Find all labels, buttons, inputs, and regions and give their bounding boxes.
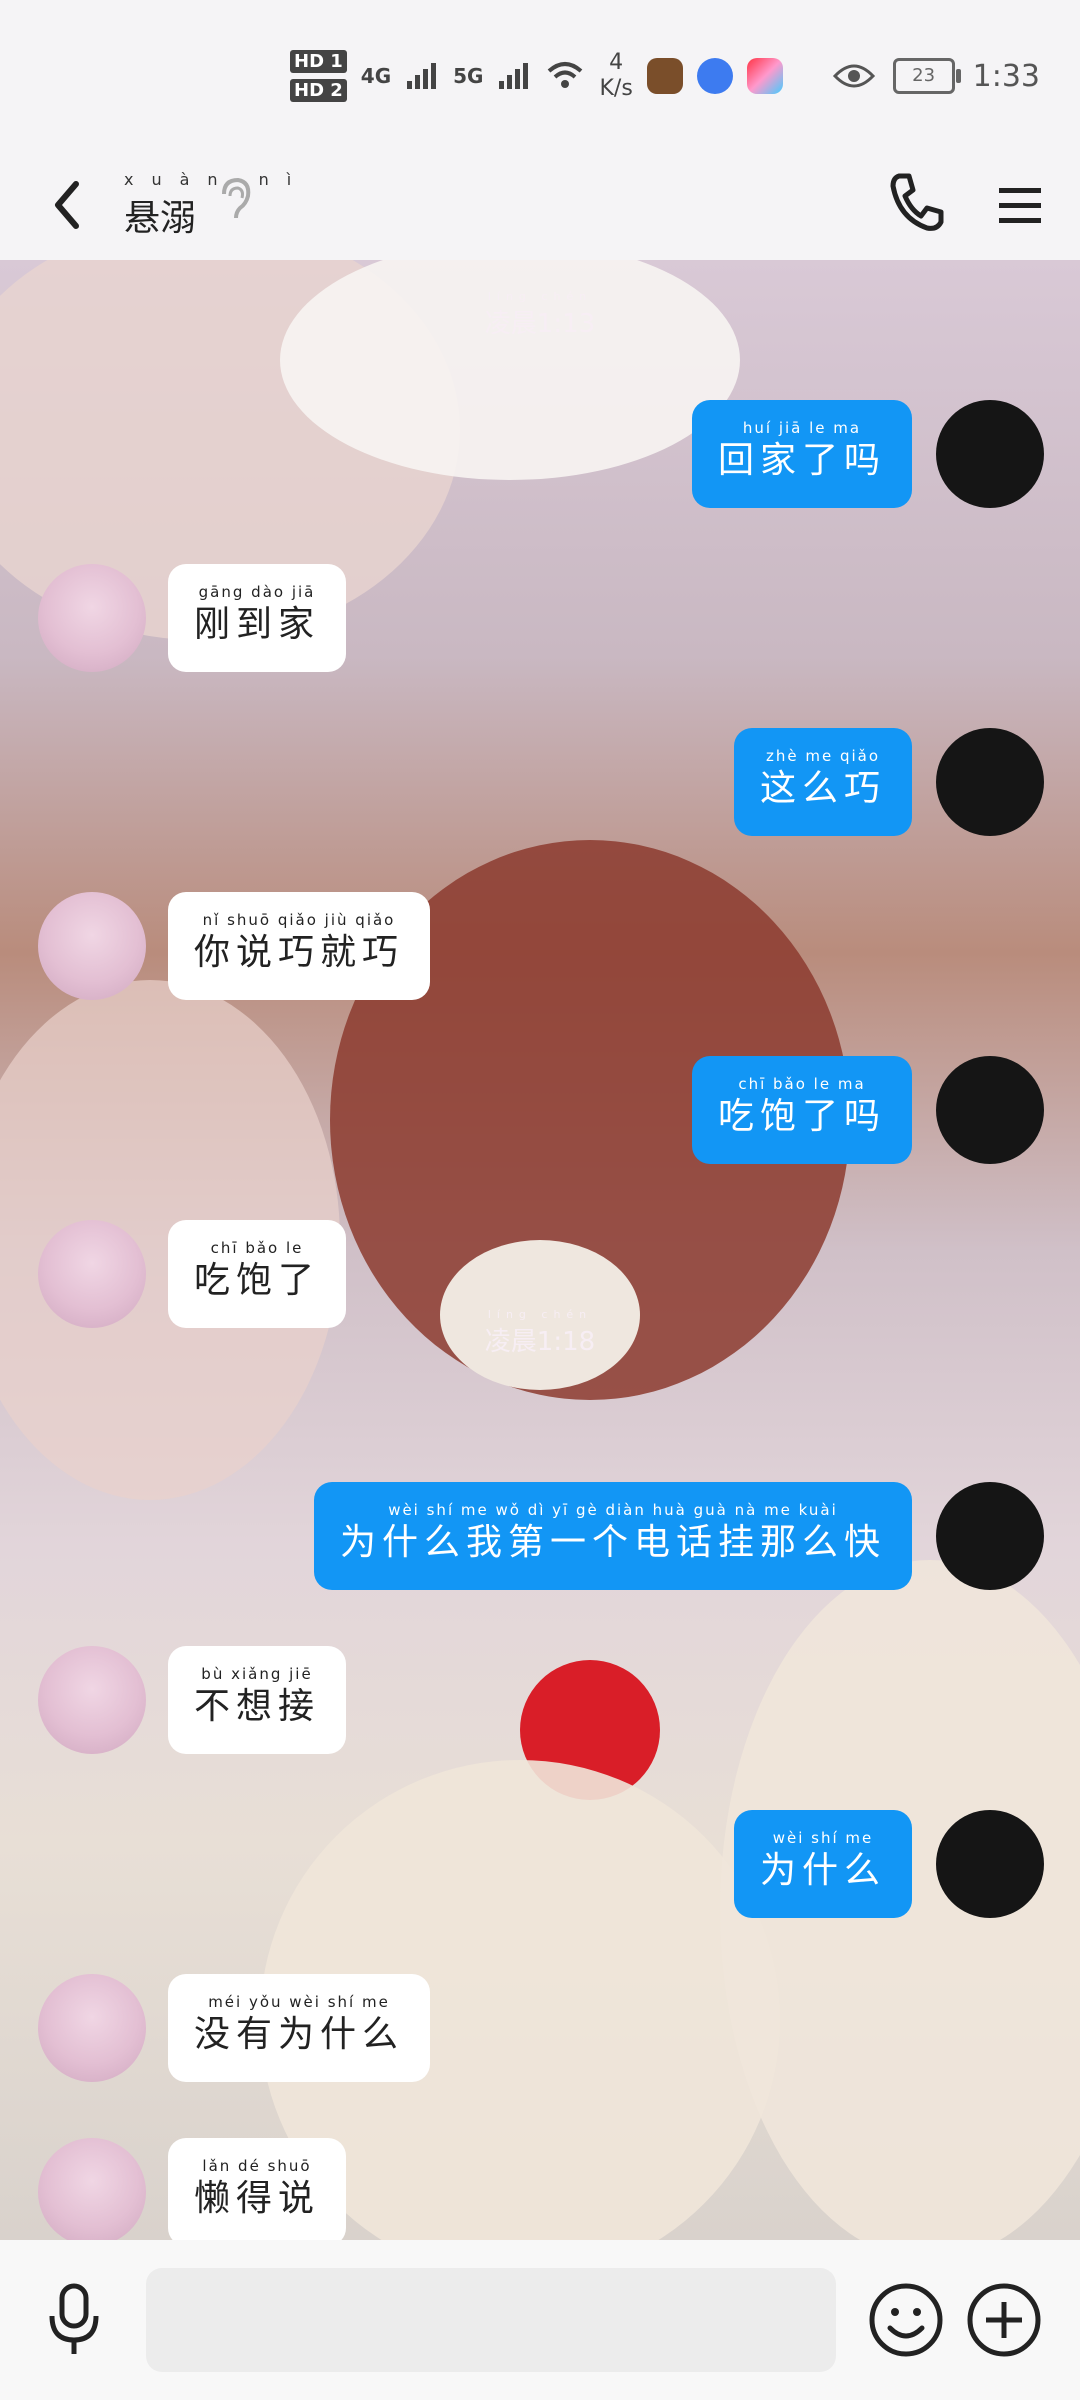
- message-input[interactable]: [146, 2268, 836, 2372]
- smiley-icon[interactable]: [868, 2282, 944, 2358]
- network-5g: 5G: [453, 64, 484, 88]
- chat-header: xuàn nì 悬溺: [0, 150, 1080, 260]
- message-text: nǐ shuō qiǎo jiù qiǎo 你说巧就巧: [194, 913, 405, 973]
- message-text: wèi shí me 为什么: [759, 1831, 886, 1891]
- timestamp: líng chén 凌晨1:18: [0, 1308, 1080, 1358]
- message-pinyin: nǐ shuō qiǎo jiù qiǎo: [202, 911, 396, 929]
- message-pinyin: chī bǎo le ma: [738, 1075, 866, 1093]
- incoming-message[interactable]: gāng dào jiā 刚到家: [168, 564, 347, 672]
- message-pinyin: lǎn dé shuō: [202, 2157, 312, 2175]
- message-text: méi yǒu wèi shí me 没有为什么: [194, 1995, 405, 2055]
- back-button[interactable]: [38, 170, 98, 240]
- eye-icon: [832, 64, 875, 88]
- my-avatar[interactable]: [936, 1810, 1044, 1918]
- clock: 1:33: [972, 58, 1040, 94]
- my-avatar[interactable]: [936, 400, 1044, 508]
- signal-icon-2: [499, 63, 529, 89]
- message-pinyin: bù xiǎng jiē: [201, 1665, 313, 1683]
- outgoing-message[interactable]: huí jiā le ma 回家了吗: [691, 400, 912, 508]
- ear-icon[interactable]: [218, 176, 254, 224]
- message-pinyin: wèi shí me wǒ dì yī gè diàn huà guà nà m…: [388, 1501, 838, 1519]
- incoming-message[interactable]: bù xiǎng jiē 不想接: [168, 1646, 347, 1754]
- network-speed: 4 K/s: [599, 50, 632, 102]
- message-content: 懒得说: [194, 2178, 321, 2219]
- contact-avatar[interactable]: [38, 564, 146, 672]
- message-content: 吃饱了吗: [717, 1096, 886, 1137]
- input-bar: [0, 2240, 1080, 2400]
- contact-title[interactable]: xuàn nì 悬溺: [124, 170, 309, 241]
- my-avatar[interactable]: [936, 1056, 1044, 1164]
- contact-avatar[interactable]: [38, 1220, 146, 1328]
- status-left: HD 1 HD 2 4G 5G 4 K/s: [290, 50, 783, 102]
- speed-value: 4: [609, 50, 624, 75]
- my-avatar[interactable]: [936, 728, 1044, 836]
- message-text: chī bǎo le ma 吃饱了吗: [717, 1077, 886, 1137]
- message-content: 回家了吗: [717, 440, 886, 481]
- microphone-icon[interactable]: [44, 2280, 104, 2360]
- my-avatar[interactable]: [936, 1482, 1044, 1590]
- outgoing-message[interactable]: wèi shí me wǒ dì yī gè diàn huà guà nà m…: [313, 1482, 912, 1590]
- incoming-message[interactable]: méi yǒu wèi shí me 没有为什么: [168, 1974, 431, 2082]
- sim2-badge: HD 2: [290, 79, 347, 102]
- outgoing-message[interactable]: chī bǎo le ma 吃饱了吗: [691, 1056, 912, 1164]
- plus-icon[interactable]: [966, 2282, 1042, 2358]
- message-content: 不想接: [194, 1686, 321, 1727]
- incoming-message[interactable]: chī bǎo le 吃饱了: [168, 1220, 347, 1328]
- status-bar: HD 1 HD 2 4G 5G 4 K/s 23 1:33: [0, 0, 1080, 150]
- theme-app-icon: [746, 58, 783, 94]
- message-pinyin: chī bǎo le: [210, 1239, 304, 1257]
- contact-name: 悬溺: [124, 198, 197, 239]
- message-pinyin: gāng dào jiā: [198, 583, 316, 601]
- message-pinyin: wèi shí me: [772, 1829, 874, 1847]
- message-pinyin: méi yǒu wèi shí me: [208, 1993, 390, 2011]
- message-text: gāng dào jiā 刚到家: [194, 585, 321, 645]
- sim1-badge: HD 1: [290, 50, 347, 73]
- message-text: wèi shí me wǒ dì yī gè diàn huà guà nà m…: [339, 1503, 886, 1563]
- timestamp-text: 凌晨1:18: [484, 1327, 596, 1357]
- network-4g: 4G: [360, 64, 392, 88]
- message-pinyin: huí jiā le ma: [742, 419, 862, 437]
- contact-avatar[interactable]: [38, 1646, 146, 1754]
- message-pinyin: zhè me qiǎo: [765, 747, 881, 765]
- message-content: 没有为什么: [194, 2014, 405, 2055]
- outgoing-message[interactable]: zhè me qiǎo 这么巧: [733, 728, 912, 836]
- timestamp-text: 凌晨1:13: [484, 309, 596, 339]
- message-content: 为什么: [759, 1850, 886, 1891]
- message-text: bù xiǎng jiē 不想接: [194, 1667, 321, 1727]
- menu-icon[interactable]: [995, 170, 1045, 240]
- status-right: 23 1:33: [832, 58, 1040, 94]
- incoming-message[interactable]: nǐ shuō qiǎo jiù qiǎo 你说巧就巧: [168, 892, 431, 1000]
- message-text: lǎn dé shuō 懒得说: [194, 2159, 321, 2219]
- outgoing-message[interactable]: wèi shí me 为什么: [733, 1810, 912, 1918]
- contact-avatar[interactable]: [38, 1974, 146, 2082]
- speed-unit: K/s: [599, 76, 633, 101]
- message-text: zhè me qiǎo 这么巧: [759, 749, 886, 809]
- sim-indicators: HD 1 HD 2: [290, 50, 347, 102]
- message-content: 这么巧: [759, 768, 886, 809]
- timestamp-pinyin: líng chén: [487, 290, 593, 303]
- message-text: chī bǎo le 吃饱了: [194, 1241, 321, 1301]
- timestamp-pinyin: líng chén: [487, 1308, 593, 1321]
- contact-name-pinyin: xuàn nì: [124, 170, 310, 189]
- contact-avatar[interactable]: [38, 892, 146, 1000]
- timestamp: líng chén 凌晨1:13: [0, 290, 1080, 340]
- music-app-icon: [696, 58, 733, 94]
- incoming-message[interactable]: lǎn dé shuō 懒得说: [168, 2138, 347, 2240]
- message-text: huí jiā le ma 回家了吗: [717, 421, 886, 481]
- signal-icon: [407, 63, 437, 89]
- message-content: 你说巧就巧: [194, 932, 405, 973]
- message-content: 吃饱了: [194, 1260, 321, 1301]
- game-app-icon: [646, 58, 683, 94]
- contact-avatar[interactable]: [38, 2138, 146, 2240]
- chat-area[interactable]: líng chén 凌晨1:13 líng chén 凌晨1:18 huí ji…: [0, 260, 1080, 2240]
- wifi-icon: [548, 62, 583, 88]
- phone-icon[interactable]: [885, 168, 945, 238]
- message-content: 为什么我第一个电话挂那么快: [339, 1522, 886, 1563]
- message-content: 刚到家: [194, 604, 321, 645]
- battery-indicator: 23: [892, 58, 961, 94]
